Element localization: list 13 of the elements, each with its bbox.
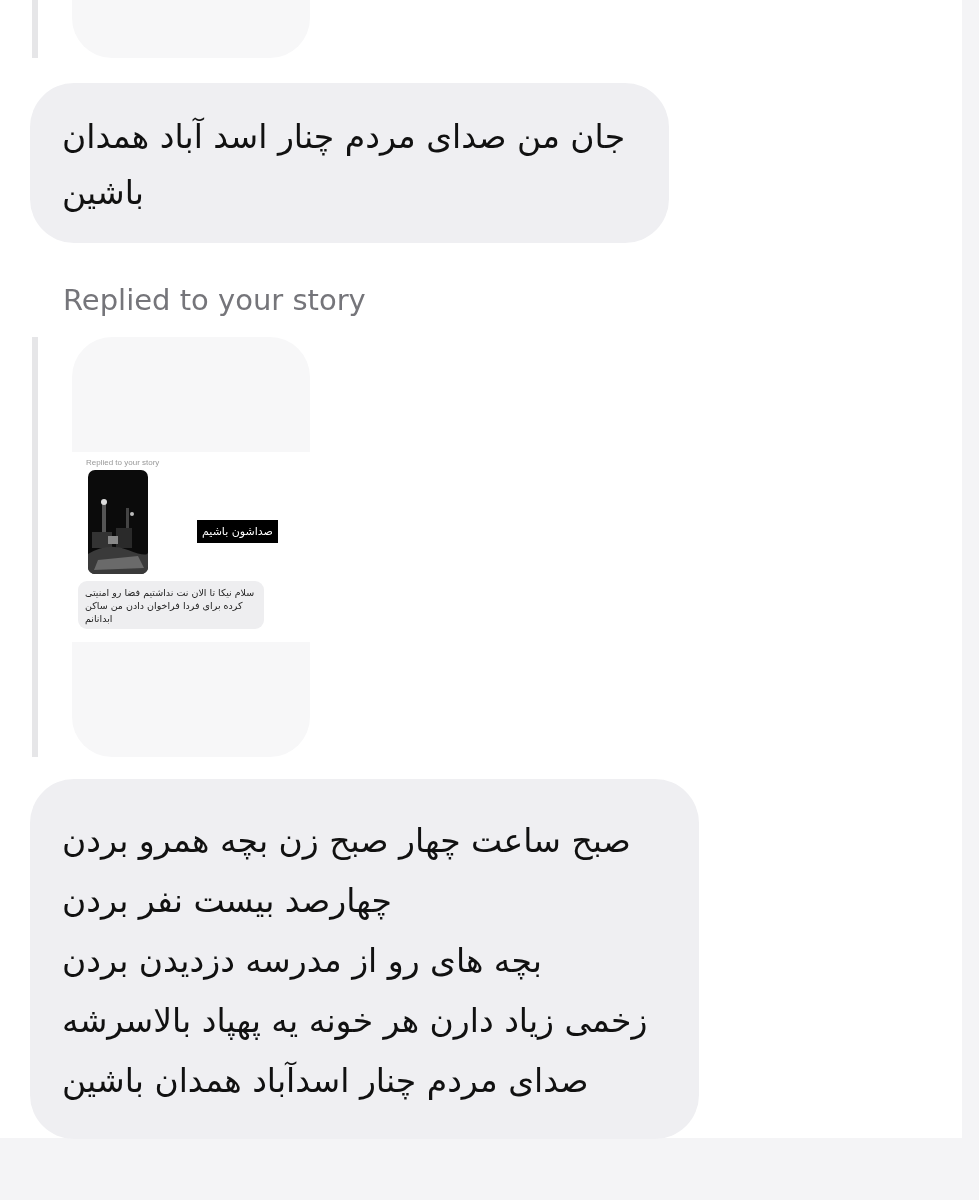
message-text: ابدانانم (85, 612, 114, 625)
message-text: چهارصد بیست نفر بردن (62, 880, 393, 922)
message-text: بچه های رو از مدرسه دزدیدن بردن (62, 940, 544, 982)
story-reply-label: Replied to your story (86, 458, 161, 467)
story-reply-label: Replied to your story (63, 283, 367, 317)
message-text: صدای مردم چنار اسدآباد همدان باشین (62, 1060, 590, 1102)
story-sticker: صداشون باشیم (197, 519, 278, 543)
message-text: جان من صدای مردم چنار اسد آباد همدان (62, 116, 626, 158)
message-text: زخمی زیاد دارن هر خونه یه پهپاد بالاسرشه (62, 1000, 648, 1042)
message-text: باشین (62, 172, 145, 214)
message-text: صبح ساعت چهار صبح زن بچه همرو بردن (62, 820, 632, 862)
message-text: کرده برای فردا فراخوان دادن من ساکن (85, 599, 244, 612)
message-text: سلام نیکا تا الان نت نداشتیم فضا رو امنیتی (85, 586, 255, 599)
